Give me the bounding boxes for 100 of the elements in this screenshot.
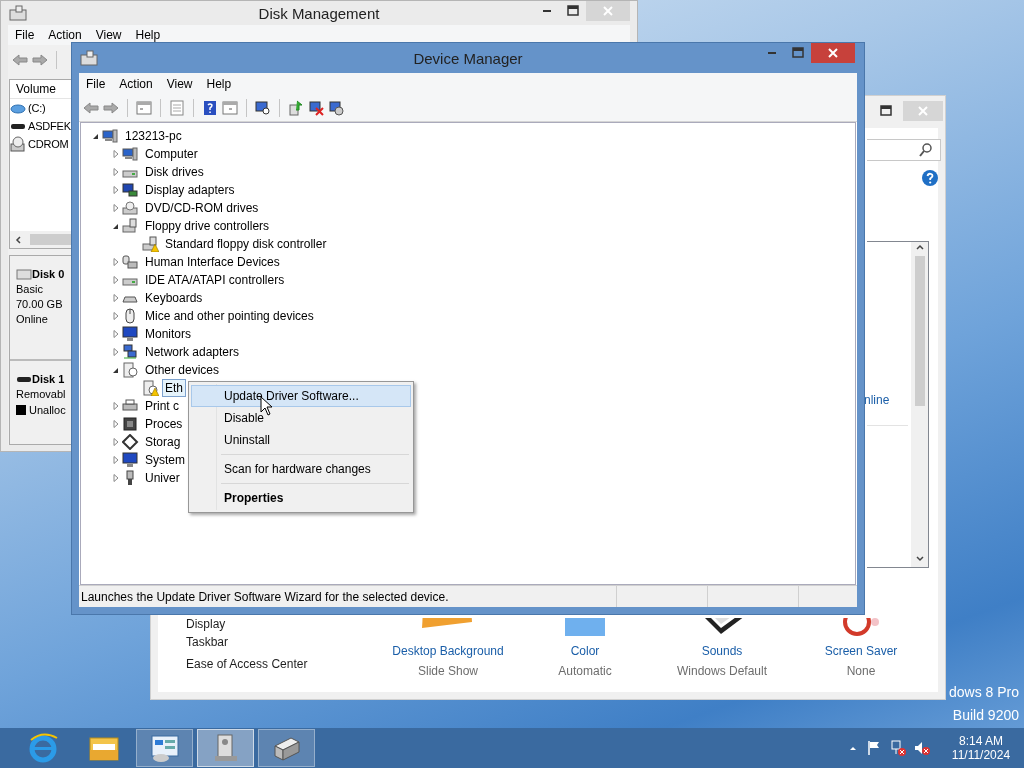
tree-item[interactable]: 123213-pc xyxy=(122,127,185,145)
scroll-up-icon[interactable] xyxy=(914,242,925,252)
tree-item[interactable]: Human Interface Devices xyxy=(142,253,283,271)
menu-item[interactable]: Properties xyxy=(191,487,411,509)
sidebar-link[interactable]: Taskbar xyxy=(186,635,229,649)
back-arrow-icon[interactable] xyxy=(83,100,99,116)
status-link[interactable]: nline xyxy=(864,393,890,407)
setting-link[interactable]: Color xyxy=(570,644,600,660)
add-device-icon[interactable] xyxy=(328,100,344,116)
menu-item[interactable]: Uninstall xyxy=(191,429,411,451)
computer-icon xyxy=(102,128,119,144)
floppy-drive-icon xyxy=(122,218,139,234)
tree-item[interactable]: Monitors xyxy=(142,325,194,343)
menu-item[interactable]: View xyxy=(159,77,200,91)
scroll-down-icon[interactable] xyxy=(914,554,925,564)
search-field[interactable] xyxy=(867,139,941,161)
sidebar-link[interactable]: Ease of Access Center xyxy=(186,657,308,671)
tree-item[interactable]: IDE ATA/ATAPI controllers xyxy=(142,271,288,289)
tree-item[interactable]: Univer xyxy=(142,469,183,487)
drive-icon xyxy=(16,266,32,281)
table-cell: ASDFEK xyxy=(28,120,71,132)
maximize-icon[interactable] xyxy=(565,3,581,19)
computer-icon xyxy=(122,146,139,162)
setting-value: None xyxy=(846,664,876,678)
tree-item[interactable]: Print c xyxy=(142,397,182,415)
menu-item[interactable]: Action xyxy=(112,77,160,91)
tree-item[interactable]: DVD/CD-ROM drives xyxy=(142,199,262,217)
taskbar-button[interactable] xyxy=(136,729,193,767)
tree-item[interactable]: Proces xyxy=(142,415,186,433)
uninstall-icon[interactable] xyxy=(308,100,324,116)
os-build-text: Build 9200 xyxy=(952,707,1019,723)
forward-arrow-icon[interactable] xyxy=(32,52,48,68)
os-edition-text: dows 8 Pro xyxy=(948,684,1019,700)
properties-icon[interactable] xyxy=(169,100,185,116)
scrollbar[interactable] xyxy=(911,242,928,567)
menu-item[interactable]: Help xyxy=(128,28,168,42)
printer-icon xyxy=(122,398,139,414)
tree-item[interactable]: Eth xyxy=(162,379,186,397)
tree-item[interactable]: Floppy drive controllers xyxy=(142,217,273,235)
setting-link[interactable]: Desktop Background xyxy=(392,644,504,660)
menu-item[interactable]: File xyxy=(79,77,113,91)
tree-item[interactable]: Display adapters xyxy=(142,181,238,199)
disk-info: Basic xyxy=(16,282,43,297)
unknown-device-icon xyxy=(122,362,139,378)
help-icon[interactable] xyxy=(202,100,218,116)
menu-item[interactable]: File xyxy=(8,28,42,42)
clock-date[interactable]: 11/11/2024 xyxy=(951,748,1011,762)
tree-item[interactable]: Computer xyxy=(142,145,201,163)
window-title: Device Manager xyxy=(413,49,523,67)
table-cell: (C:) xyxy=(28,102,46,114)
network-icon[interactable] xyxy=(890,740,906,756)
column-header[interactable]: Volume xyxy=(16,82,57,96)
update-driver-icon[interactable] xyxy=(288,100,304,116)
storage-icon xyxy=(122,434,139,450)
app-icon xyxy=(8,4,28,22)
disk-info: Removabl xyxy=(16,387,66,402)
help-icon[interactable] xyxy=(922,170,938,186)
tree-item[interactable]: Disk drives xyxy=(142,163,207,181)
monitor-search-icon[interactable] xyxy=(255,100,271,116)
scroll-left-icon[interactable] xyxy=(14,234,24,245)
table-cell: CDROM xyxy=(28,138,69,150)
clock-time[interactable]: 8:14 AM xyxy=(959,734,1003,748)
back-arrow-icon[interactable] xyxy=(12,52,28,68)
monitor-icon xyxy=(122,452,139,468)
menu-item[interactable]: Update Driver Software... xyxy=(191,385,411,407)
scrollbar[interactable] xyxy=(10,231,72,248)
pane-icon[interactable] xyxy=(136,100,152,116)
flag-icon[interactable] xyxy=(866,740,882,756)
forward-arrow-icon[interactable] xyxy=(103,100,119,116)
disk-info: 70.00 GB xyxy=(16,297,63,312)
menu-item[interactable]: Help xyxy=(199,77,239,91)
disk-name: Disk 1 xyxy=(32,372,65,385)
tree-item[interactable]: Storag xyxy=(142,433,184,451)
speaker-icon[interactable] xyxy=(914,740,930,756)
window-title: Disk Management xyxy=(258,4,380,22)
setting-value: Automatic xyxy=(558,664,612,678)
tree-item[interactable]: System xyxy=(142,451,188,469)
taskbar-button[interactable] xyxy=(197,729,254,767)
optical-drive-icon xyxy=(122,200,139,216)
tree-item[interactable]: Keyboards xyxy=(142,289,206,307)
maximize-icon[interactable] xyxy=(878,103,894,119)
setting-link[interactable]: Screen Saver xyxy=(824,644,898,660)
tree-item[interactable]: Network adapters xyxy=(142,343,243,361)
menu-item[interactable]: View xyxy=(88,28,129,42)
control-panel-icon xyxy=(148,732,181,764)
search-icon[interactable] xyxy=(918,142,934,158)
tree-item[interactable]: Other devices xyxy=(142,361,223,379)
taskbar-button[interactable] xyxy=(258,729,315,767)
tree-item[interactable]: Standard floppy disk controller xyxy=(162,235,330,253)
menu-item[interactable]: Scan for hardware changes xyxy=(191,458,411,480)
menu-item[interactable]: Action xyxy=(41,28,89,42)
app-icon xyxy=(79,49,99,67)
monitor-icon xyxy=(122,326,139,342)
disk-name: Disk 0 xyxy=(32,267,65,280)
setting-link[interactable]: Sounds xyxy=(701,644,743,660)
tree-item[interactable]: Mice and other pointing devices xyxy=(142,307,317,325)
setting-value: Slide Show xyxy=(417,664,478,678)
sidebar-link[interactable]: Display xyxy=(186,617,226,631)
menu-item[interactable]: Disable xyxy=(191,407,411,429)
close-button[interactable] xyxy=(811,43,855,63)
